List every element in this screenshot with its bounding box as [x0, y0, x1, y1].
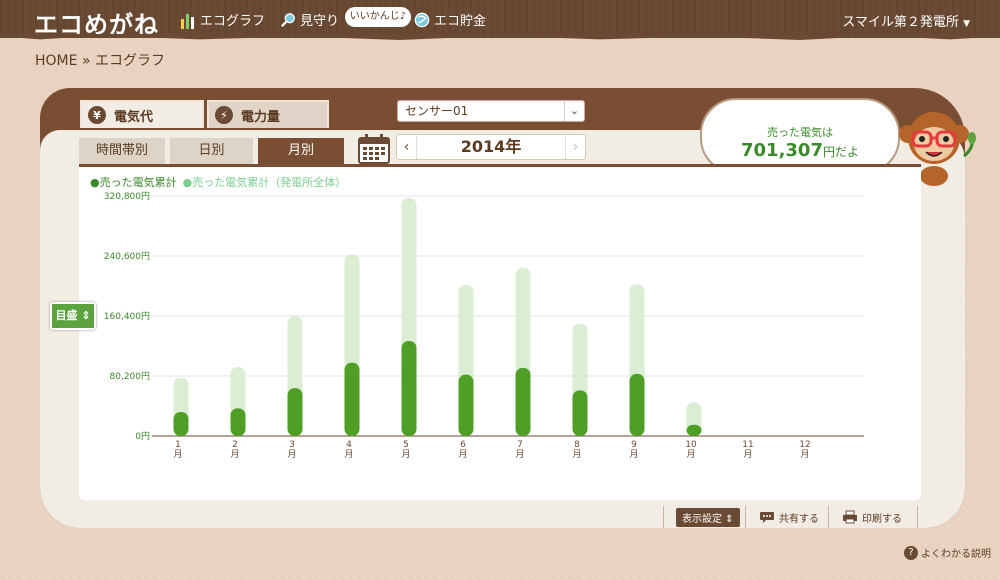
- bar-sold-cumulative: [173, 412, 189, 436]
- bar-sold-cumulative: [515, 367, 531, 436]
- x-tick-unit: 月: [686, 449, 695, 460]
- y-tick-label: 240,600円: [104, 251, 150, 262]
- bar-sold-cumulative: [686, 424, 702, 436]
- help-label: よくわかる説明: [921, 549, 991, 560]
- x-tick-unit: 月: [572, 449, 581, 460]
- x-tick-unit: 月: [230, 449, 239, 460]
- display-settings-group: 表示設定 ⇕: [676, 506, 740, 528]
- x-tick-unit: 月: [287, 449, 296, 460]
- bar-sold-cumulative: [401, 340, 417, 436]
- display-settings-button[interactable]: 表示設定 ⇕: [676, 507, 740, 527]
- monthly-bar-chart: 0円80,200円160,400円240,600円320,800円1月2月3月4…: [104, 191, 864, 460]
- x-tick-unit: 月: [173, 449, 182, 460]
- x-tick-label: 8: [574, 440, 580, 450]
- x-tick-unit: 月: [800, 449, 809, 460]
- x-tick-label: 9: [631, 440, 637, 450]
- x-tick-label: 3: [289, 440, 295, 450]
- help-link[interactable]: ? よくわかる説明: [904, 545, 991, 560]
- print-button[interactable]: 印刷する: [842, 506, 902, 528]
- x-tick-unit: 月: [458, 449, 467, 460]
- footer-separator: [663, 506, 664, 528]
- x-tick-label: 11: [742, 440, 753, 450]
- footer-separator: [917, 506, 918, 528]
- printer-icon: [843, 510, 857, 524]
- x-tick-label: 5: [403, 440, 409, 450]
- print-label: 印刷する: [862, 513, 902, 525]
- footer-separator: [745, 506, 746, 528]
- bar-sold-cumulative: [344, 362, 360, 436]
- x-tick-unit: 月: [743, 449, 752, 460]
- bar-sold-cumulative: [572, 390, 588, 436]
- x-tick-unit: 月: [629, 449, 638, 460]
- share-button[interactable]: 共有する: [759, 506, 819, 528]
- scale-toggle-button[interactable]: 目盛 ⇕: [50, 302, 96, 330]
- y-tick-label: 0円: [135, 431, 150, 442]
- x-tick-label: 1: [175, 440, 181, 450]
- x-tick-unit: 月: [515, 449, 524, 460]
- x-tick-unit: 月: [401, 449, 410, 460]
- x-tick-label: 2: [232, 440, 238, 450]
- bar-sold-cumulative: [629, 373, 645, 436]
- x-tick-unit: 月: [344, 449, 353, 460]
- bar-sold-cumulative: [458, 374, 474, 436]
- x-tick-label: 10: [685, 440, 697, 450]
- y-tick-label: 320,800円: [104, 191, 150, 202]
- chat-bubble-icon: [760, 511, 774, 523]
- bar-sold-cumulative: [230, 408, 246, 436]
- y-tick-label: 160,400円: [104, 311, 150, 322]
- question-icon: ?: [904, 545, 918, 560]
- y-tick-label: 80,200円: [110, 371, 151, 382]
- x-tick-label: 7: [517, 440, 523, 450]
- share-label: 共有する: [779, 513, 819, 525]
- x-tick-label: 6: [460, 440, 466, 450]
- footer-separator: [828, 506, 829, 528]
- x-tick-label: 12: [799, 440, 810, 450]
- x-tick-label: 4: [346, 440, 352, 450]
- bar-sold-cumulative: [287, 388, 303, 436]
